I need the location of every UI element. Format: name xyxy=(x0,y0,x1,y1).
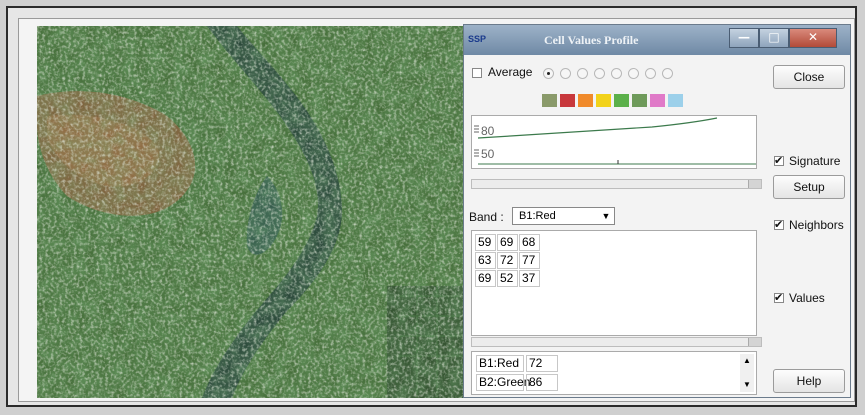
neighbor-cell: 63 xyxy=(475,252,496,269)
neighbor-cell: 52 xyxy=(497,270,518,287)
app-logo: SSP xyxy=(468,34,487,44)
maximize-button[interactable]: □ xyxy=(759,28,789,48)
neighbors-check-icon: ✔ xyxy=(774,219,784,231)
neighbor-cell: 59 xyxy=(475,234,496,251)
chevron-down-icon: ▼ xyxy=(601,211,611,221)
color-swatch xyxy=(632,94,647,107)
band-radio-1[interactable] xyxy=(543,68,554,79)
list-band-value: 72 xyxy=(526,355,558,372)
list-vertical-scrollbar[interactable]: ▲ ▼ xyxy=(740,354,754,392)
satellite-image[interactable] xyxy=(37,26,467,398)
color-swatch xyxy=(668,94,683,107)
list-band-name: B1:Red xyxy=(476,355,524,372)
average-checkbox[interactable] xyxy=(472,68,482,78)
y-ticks xyxy=(474,125,479,157)
signature-label: Signature xyxy=(789,154,841,168)
neighbor-values-grid: 59 69 68 63 72 77 69 52 37 xyxy=(471,230,757,336)
band-radio-2[interactable] xyxy=(560,68,571,79)
color-swatch xyxy=(614,94,629,107)
scroll-up-icon[interactable]: ▲ xyxy=(740,356,754,365)
color-swatch xyxy=(578,94,593,107)
band-radio-6[interactable] xyxy=(628,68,639,79)
close-window-button[interactable]: ✕ xyxy=(789,28,837,48)
neighbor-cell: 69 xyxy=(475,270,496,287)
close-button[interactable]: Close xyxy=(773,65,845,89)
signature-profile-chart: 80 50 xyxy=(471,115,757,169)
scroll-thumb[interactable] xyxy=(748,180,761,188)
color-swatch xyxy=(650,94,665,107)
list-band-name: B2:Green xyxy=(476,374,530,391)
band-radio-4[interactable] xyxy=(594,68,605,79)
band-select[interactable]: B1:Red ▼ xyxy=(512,207,615,225)
grid-horizontal-scrollbar[interactable] xyxy=(471,337,762,347)
values-check-icon: ✔ xyxy=(774,292,784,304)
signature-check-icon: ✔ xyxy=(774,155,784,167)
average-label: Average xyxy=(488,65,533,79)
minimize-button[interactable]: — xyxy=(729,28,759,48)
list-band-value: 86 xyxy=(526,374,558,391)
tick-label-80: 80 xyxy=(481,124,495,138)
band-radio-3[interactable] xyxy=(577,68,588,79)
band-radio-5[interactable] xyxy=(611,68,622,79)
band-radio-7[interactable] xyxy=(645,68,656,79)
help-button[interactable]: Help xyxy=(773,369,845,393)
title-bar[interactable]: SSP Cell Values Profile — □ ✕ xyxy=(464,25,850,55)
neighbor-cell: 37 xyxy=(519,270,540,287)
signature-line xyxy=(477,117,718,139)
band-value-list[interactable]: B1:Red 72 B2:Green 86 ▲ ▼ xyxy=(471,351,757,395)
color-swatch xyxy=(542,94,557,107)
chart-horizontal-scrollbar[interactable] xyxy=(471,179,762,189)
close-icon: ✕ xyxy=(807,30,819,44)
neighbor-cell: 77 xyxy=(519,252,540,269)
window-title: Cell Values Profile xyxy=(544,33,639,47)
setup-button[interactable]: Setup xyxy=(773,175,845,199)
scroll-down-icon[interactable]: ▼ xyxy=(740,380,754,389)
neighbor-cell: 72 xyxy=(497,252,518,269)
color-swatch xyxy=(560,94,575,107)
maximize-icon: □ xyxy=(768,30,780,44)
band-selected-value: B1:Red xyxy=(519,210,556,222)
grid-scroll-thumb[interactable] xyxy=(748,338,761,346)
neighbors-label: Neighbors xyxy=(789,218,844,232)
neighbor-cell: 69 xyxy=(497,234,518,251)
band-label: Band : xyxy=(469,210,504,224)
neighbor-cell: 68 xyxy=(519,234,540,251)
color-swatch xyxy=(596,94,611,107)
tick-label-50: 50 xyxy=(481,147,495,161)
cell-values-profile-window: SSP Cell Values Profile — □ ✕ Average Cl… xyxy=(463,24,851,398)
minimize-icon: — xyxy=(738,30,750,44)
band-radio-8[interactable] xyxy=(662,68,673,79)
values-label: Values xyxy=(789,291,825,305)
